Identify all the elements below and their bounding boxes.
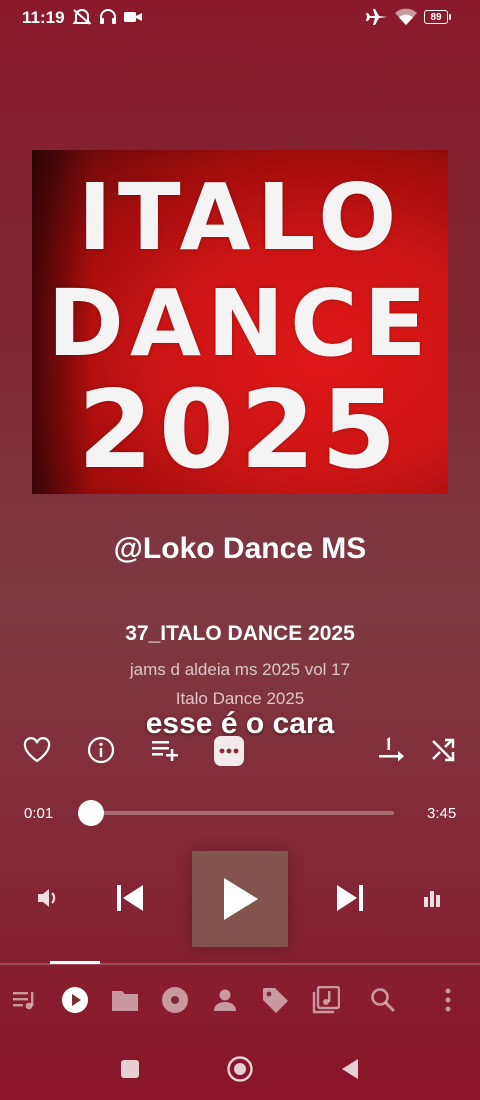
back-button[interactable] — [334, 1053, 366, 1085]
queue-icon[interactable] — [10, 985, 40, 1015]
mute-icon — [72, 8, 92, 26]
artist-icon[interactable] — [210, 985, 240, 1015]
current-time: 0:01 — [24, 805, 54, 822]
video-camera-icon — [123, 8, 143, 26]
song-album[interactable]: jams d aldeia ms 2025 vol 17 — [0, 660, 480, 680]
previous-track-icon[interactable] — [110, 878, 150, 918]
song-artist[interactable]: Italo Dance 2025 — [0, 689, 480, 709]
seek-thumb[interactable] — [78, 800, 105, 826]
equalizer-icon[interactable] — [416, 882, 448, 914]
next-track-icon[interactable] — [330, 878, 370, 918]
battery-level: 89 — [430, 11, 442, 23]
airplane-mode-icon — [366, 8, 388, 26]
playlist-icon[interactable] — [311, 985, 341, 1015]
album-art-line-1: ITALO — [77, 164, 403, 271]
total-time: 3:45 — [427, 805, 457, 822]
headphones-icon — [98, 8, 118, 26]
channel-handle: @Loko Dance MS — [113, 532, 367, 565]
play-button[interactable] — [192, 851, 288, 947]
now-playing-icon[interactable] — [60, 985, 90, 1015]
album-art[interactable]: ITALO DANCE 2025 — [32, 150, 448, 494]
battery-icon: 89 — [424, 10, 451, 24]
tab-active-indicator — [50, 961, 100, 964]
song-title: 37_ITALO DANCE 2025 — [125, 622, 355, 645]
tag-icon[interactable] — [260, 985, 290, 1015]
album-icon[interactable] — [160, 985, 190, 1015]
status-bar: 11:19 89 — [0, 0, 480, 36]
album-art-line-3: 2025 — [77, 368, 403, 493]
folder-icon[interactable] — [110, 985, 140, 1015]
volume-icon[interactable] — [32, 882, 64, 914]
search-icon[interactable] — [368, 985, 398, 1015]
more-icon[interactable] — [433, 985, 463, 1015]
seek-bar[interactable] — [90, 811, 394, 815]
more-options-icon[interactable] — [214, 736, 244, 766]
wifi-icon — [394, 8, 418, 26]
home-button[interactable] — [224, 1053, 256, 1085]
status-time: 11:19 — [22, 8, 65, 27]
recent-apps-button[interactable] — [114, 1053, 146, 1085]
shuffle-icon[interactable] — [426, 733, 460, 767]
repeat-one-icon[interactable] — [374, 733, 408, 767]
play-icon — [224, 878, 258, 920]
album-art-line-2: DANCE — [47, 270, 433, 377]
